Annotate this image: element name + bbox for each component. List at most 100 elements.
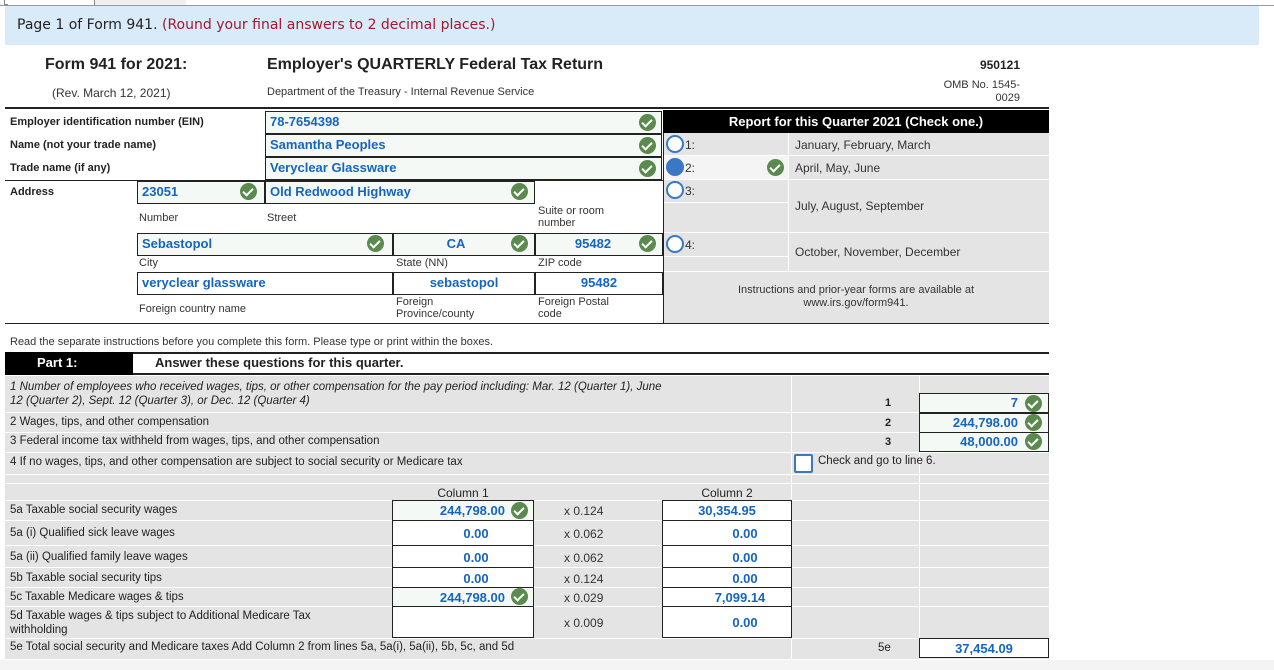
trade-name-label: Trade name (if any): [10, 162, 111, 174]
line1-check-icon: [1025, 395, 1042, 412]
trade-name-field[interactable]: Veryclear Glassware: [265, 157, 662, 180]
foreign-country-field[interactable]: veryclear glassware: [137, 272, 393, 295]
quarter-2-number: 2:: [685, 161, 696, 175]
quarter-4-months: October, November, December: [795, 245, 961, 259]
line1-text-1: 1 Number of employees who received wages…: [10, 381, 662, 393]
foreign-country-label: Foreign country name: [139, 303, 246, 315]
quarter-4-radio[interactable]: [666, 235, 684, 253]
read-instructions-note: Read the separate instructions before yo…: [10, 336, 494, 348]
line5d-label-1: 5d Taxable wages & tips subject to Addit…: [10, 610, 311, 622]
line1-number: 1: [885, 397, 892, 409]
quarter-1-number: 1:: [685, 138, 696, 152]
zip-check-icon: [639, 235, 656, 252]
ein-check-icon: [639, 114, 656, 131]
omb-line-1: OMB No. 1545-: [943, 79, 1020, 91]
row-line: [5, 452, 1049, 453]
line5a-multiplier: x 0.124: [564, 504, 604, 518]
line5a-col2-field[interactable]: 30,354.95: [662, 500, 792, 521]
instruction-banner: Page 1 of Form 941. (Round your final an…: [5, 6, 1259, 45]
form-title: Form 941 for 2021:: [45, 56, 188, 73]
line2-description: 2 Wages, tips, and other compensation: [10, 416, 210, 428]
street-label: Street: [267, 212, 297, 224]
line5d-col1-field[interactable]: [392, 606, 534, 638]
instructions-link[interactable]: www.irs.gov/form941.: [663, 297, 1049, 310]
name-field[interactable]: Samantha Peoples: [265, 134, 662, 157]
line5ai-multiplier: x 0.062: [564, 527, 604, 541]
quarter-2-check-icon: [767, 159, 784, 176]
foreign-province-label: Foreign Province/county: [396, 296, 474, 320]
state-label: State (NN): [396, 257, 448, 269]
quarter-3-radio[interactable]: [666, 181, 684, 199]
foreign-postal-label-2: code: [538, 308, 562, 320]
line5e-total-field[interactable]: 37,454.09: [919, 638, 1049, 658]
foreign-province-field[interactable]: sebastopol: [393, 272, 535, 295]
name-label: Name (not your trade name): [10, 139, 157, 151]
ein-field[interactable]: 78-7654398: [265, 111, 662, 134]
line5b-multiplier: x 0.124: [564, 572, 604, 586]
line5d-multiplier: x 0.009: [564, 616, 604, 630]
line5a-check-icon: [511, 502, 528, 519]
line5b-col2-field[interactable]: 0.00: [662, 567, 792, 588]
line5c-col2-field[interactable]: 7,099.14: [662, 587, 792, 607]
quarter-4-number: 4:: [685, 238, 696, 252]
line5b-label: 5b Taxable social security tips: [10, 572, 162, 584]
line2-number: 2: [885, 417, 892, 429]
line5ai-label: 5a (i) Qualified sick leave wages: [10, 527, 175, 539]
line5d-label-2: withholding: [10, 624, 68, 636]
line5ai-col2-field[interactable]: 0.00: [662, 520, 792, 546]
line3-number: 3: [885, 436, 892, 448]
quarter-row-line: [664, 271, 1049, 272]
row-line: [5, 638, 1049, 639]
line5a-label: 5a Taxable social security wages: [10, 504, 178, 516]
line5ai-col1-field[interactable]: 0.00: [392, 520, 534, 546]
instructions-line-1: Instructions and prior-year forms are av…: [738, 284, 974, 296]
column1-header: Column 1: [437, 486, 489, 500]
line5c-check-icon: [511, 588, 528, 605]
quarter-3-number: 3:: [685, 184, 696, 198]
department-label: Department of the Treasury - Internal Re…: [267, 86, 535, 98]
omb-line-2: 0029: [995, 92, 1020, 104]
quarter-1-radio[interactable]: [666, 135, 684, 153]
line5b-col1-field[interactable]: 0.00: [392, 567, 534, 588]
line5c-multiplier: x 0.029: [564, 591, 604, 605]
line3-check-icon: [1025, 433, 1042, 450]
line5aii-col2-field[interactable]: 0.00: [662, 545, 792, 568]
quarter-divider: [788, 133, 789, 271]
form-code: 950121: [979, 58, 1020, 72]
address-label: Address: [10, 186, 55, 198]
quarter-row-line: [664, 179, 1049, 180]
banner-hint: (Round your final answers to 2 decimal p…: [162, 17, 496, 33]
page-title: Employer's QUARTERLY Federal Tax Return: [267, 56, 604, 73]
employer-section-divider: [5, 323, 1049, 324]
line5aii-col1-field[interactable]: 0.00: [392, 545, 534, 568]
suite-label: Suite or room number: [538, 205, 605, 229]
instructions-note: Instructions and prior-year forms are av…: [663, 284, 1049, 310]
quarter-row-line: [664, 232, 1049, 233]
line4-description: 4 If no wages, tips, and other compensat…: [10, 456, 463, 468]
foreign-postal-label: Foreign Postal code: [538, 296, 609, 320]
name-check-icon: [639, 137, 656, 154]
street-field[interactable]: Old Redwood Highway: [265, 181, 535, 204]
foreign-postal-field[interactable]: 95482: [535, 272, 663, 295]
row-line: [5, 432, 1049, 433]
line5d-col2-field[interactable]: 0.00: [662, 606, 792, 638]
trade-name-check-icon: [639, 160, 656, 177]
line4-checkbox[interactable]: [794, 454, 813, 473]
line5c-label: 5c Taxable Medicare wages & tips: [10, 591, 184, 603]
ein-label: Employer identification number (EIN): [10, 116, 204, 128]
line4-check-label: Check and go to line 6.: [818, 455, 936, 467]
city-field[interactable]: Sebastopol: [137, 233, 393, 256]
quarter-2-radio[interactable]: [666, 158, 684, 176]
quarter-2-months: April, May, June: [795, 161, 881, 175]
quarter-1-months: January, February, March: [795, 138, 931, 152]
tab-edge: [4, 0, 8, 5]
bottom-scroll-area: [0, 660, 1274, 670]
street-check-icon: [511, 183, 528, 200]
quarter-heading: Report for this Quarter 2021 (Check one.…: [663, 110, 1049, 133]
tab[interactable]: [94, 0, 186, 5]
state-check-icon: [511, 235, 528, 252]
foreign-province-label-1: Foreign: [396, 296, 434, 308]
line5aii-label: 5a (ii) Qualified family leave wages: [10, 551, 188, 563]
column2-header: Column 2: [701, 486, 753, 500]
part1-label: Part 1:: [5, 352, 133, 375]
